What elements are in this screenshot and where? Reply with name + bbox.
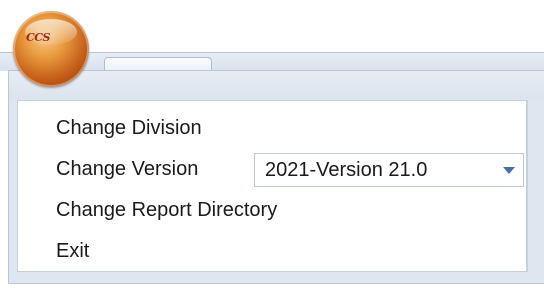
- menu-header-band: [9, 71, 544, 99]
- menu-item-change-version[interactable]: Change Version: [56, 154, 198, 184]
- version-dropdown[interactable]: 2021-Version 21.0: [254, 153, 524, 187]
- menu-item-change-division[interactable]: Change Division: [56, 113, 202, 143]
- menu-item-change-report-directory[interactable]: Change Report Directory: [56, 195, 277, 225]
- menu-item-exit[interactable]: Exit: [56, 236, 89, 266]
- app-menu-panel: Change Division Change Version 2021-Vers…: [8, 70, 544, 284]
- app-menu-button[interactable]: [13, 11, 89, 87]
- version-dropdown-value: 2021-Version 21.0: [265, 159, 428, 181]
- menu-divider: [527, 100, 528, 272]
- app-menu-list: Change Division Change Version 2021-Vers…: [17, 100, 527, 272]
- app-logo-icon: CCS: [26, 31, 50, 44]
- chevron-down-icon[interactable]: [503, 167, 515, 174]
- application-window: CCS Change Division Change Version 2021-…: [0, 0, 544, 292]
